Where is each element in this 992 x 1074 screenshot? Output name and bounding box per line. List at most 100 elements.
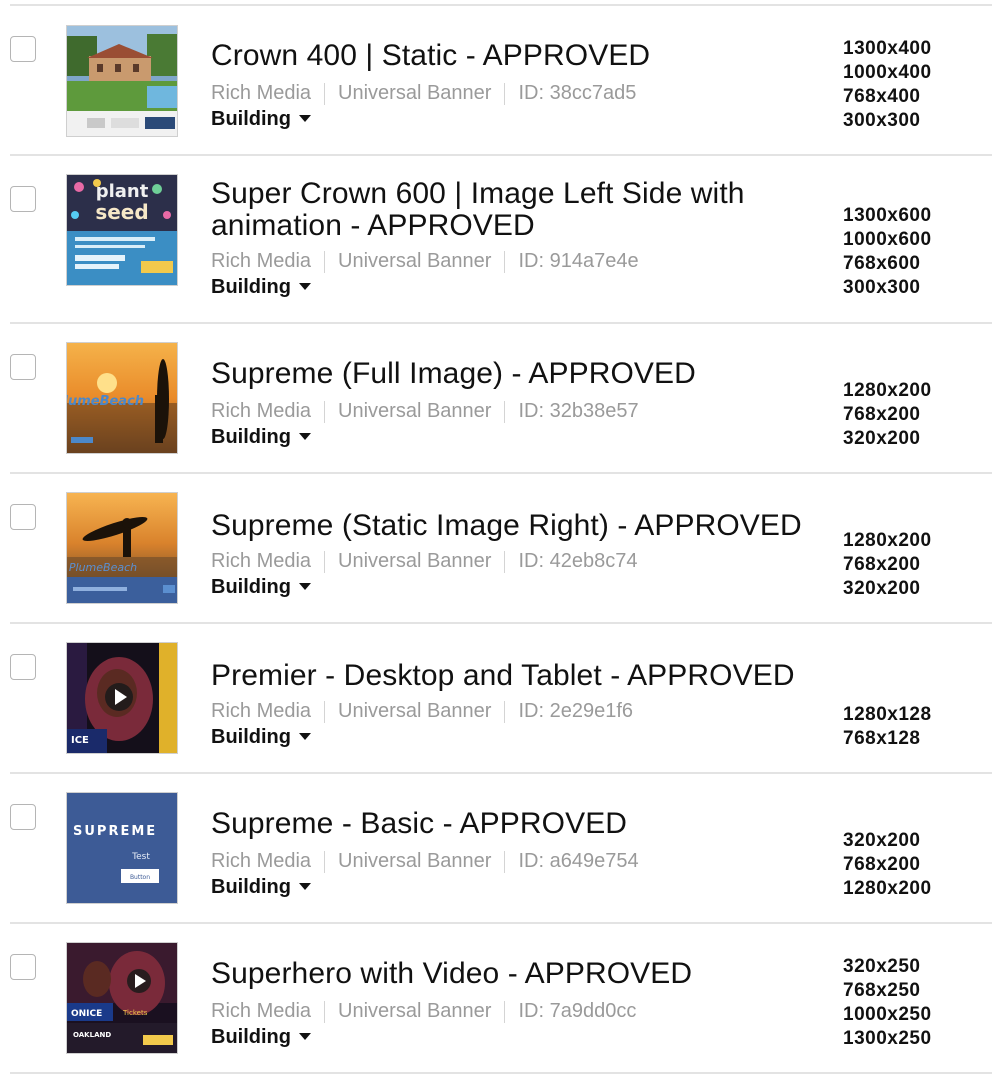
status-label: Building — [211, 576, 291, 598]
meta-divider — [504, 850, 506, 873]
size-item: 768x200 — [843, 404, 921, 425]
creative-meta: Rich Media Universal Banner ID: 42eb8c74 — [211, 549, 637, 573]
size-item: 300x300 — [843, 277, 921, 298]
size-item: 768x600 — [843, 253, 921, 274]
row-checkbox[interactable] — [10, 954, 36, 980]
row-checkbox[interactable] — [10, 504, 36, 530]
creative-title[interactable]: Supreme - Basic - APPROVED — [211, 808, 811, 840]
size-item: 1300x400 — [843, 38, 932, 59]
status-dropdown[interactable]: Building — [211, 575, 311, 599]
creative-title[interactable]: Supreme (Static Image Right) - APPROVED — [211, 510, 811, 542]
creative-meta: Rich Media Universal Banner ID: 7a9dd0cc — [211, 999, 636, 1023]
creative-id: ID: 7a9dd0cc — [518, 1000, 637, 1022]
row-checkbox[interactable] — [10, 186, 36, 212]
thumbnail-superhero-video[interactable]: ONICE Tickets OAKLAND — [66, 942, 178, 1054]
creative-type: Rich Media — [211, 550, 312, 572]
thumbnail-house[interactable] — [66, 25, 178, 137]
size-list: 320x200 768x200 1280x200 — [843, 829, 983, 901]
meta-divider — [504, 250, 506, 273]
size-item: 1000x400 — [843, 62, 932, 83]
creative-format: Universal Banner — [338, 700, 492, 722]
row-checkbox[interactable] — [10, 804, 36, 830]
size-item: 1000x600 — [843, 229, 932, 250]
row-divider — [10, 154, 992, 156]
creative-id: ID: 914a7e4e — [518, 250, 639, 272]
status-label: Building — [211, 1026, 291, 1048]
row-checkbox[interactable] — [10, 654, 36, 680]
creative-id: ID: 42eb8c74 — [518, 550, 638, 572]
caret-down-icon — [298, 114, 311, 122]
size-item: 1280x200 — [843, 380, 932, 401]
row-divider — [10, 322, 992, 324]
meta-divider — [324, 82, 326, 105]
creative-id: ID: 32b38e57 — [518, 400, 639, 422]
status-dropdown[interactable]: Building — [211, 725, 311, 749]
seeds-icon: plant seed — [67, 175, 177, 285]
size-item: 768x128 — [843, 728, 921, 749]
size-list: 1300x600 1000x600 768x600 300x300 — [843, 204, 983, 300]
row-divider — [10, 622, 992, 624]
decor: Tickets — [122, 1009, 148, 1017]
meta-divider — [504, 700, 506, 723]
sunset-icon: PlumeBeach — [67, 343, 177, 453]
meta-divider — [324, 400, 326, 423]
status-dropdown[interactable]: Building — [211, 107, 311, 131]
row-divider — [10, 772, 992, 774]
caret-down-icon — [298, 1032, 311, 1040]
creative-title[interactable]: Premier - Desktop and Tablet - APPROVED — [211, 660, 811, 692]
creative-format: Universal Banner — [338, 1000, 492, 1022]
status-dropdown[interactable]: Building — [211, 1025, 311, 1049]
caret-down-icon — [298, 282, 311, 290]
meta-divider — [504, 550, 506, 573]
size-item: 320x200 — [843, 578, 921, 599]
creative-type: Rich Media — [211, 82, 312, 104]
decor: plant — [96, 181, 149, 202]
creative-title[interactable]: Super Crown 600 | Image Left Side with a… — [211, 178, 811, 242]
size-item: 320x250 — [843, 956, 921, 977]
meta-divider — [324, 700, 326, 723]
creative-type: Rich Media — [211, 400, 312, 422]
decor: PlumeBeach — [69, 561, 137, 574]
thumb-heading: SUPREME — [73, 824, 157, 839]
thumbnail-seeds[interactable]: plant seed — [66, 174, 178, 286]
decor: ICE — [71, 735, 89, 746]
creative-format: Universal Banner — [338, 550, 492, 572]
size-item: 1280x200 — [843, 878, 932, 899]
size-item: 1300x600 — [843, 205, 932, 226]
meta-divider — [504, 400, 506, 423]
creative-meta: Rich Media Universal Banner ID: a649e754 — [211, 849, 639, 873]
creative-id: ID: a649e754 — [518, 850, 639, 872]
size-item: 1000x250 — [843, 1004, 932, 1025]
status-dropdown[interactable]: Building — [211, 425, 311, 449]
creative-id: ID: 38cc7ad5 — [518, 82, 637, 104]
thumbnail-supreme-basic[interactable]: SUPREME Test Button — [66, 792, 178, 904]
caret-down-icon — [298, 582, 311, 590]
row-checkbox[interactable] — [10, 36, 36, 62]
thumbnail-video[interactable]: ICE — [66, 642, 178, 754]
surfer-icon: PlumeBeach — [67, 493, 177, 603]
video-icon: ICE — [67, 643, 177, 753]
size-item: 1280x200 — [843, 530, 932, 551]
creative-meta: Rich Media Universal Banner ID: 914a7e4e — [211, 249, 639, 273]
size-item: 768x200 — [843, 554, 921, 575]
status-dropdown[interactable]: Building — [211, 275, 311, 299]
size-item: 320x200 — [843, 428, 921, 449]
decor: ONICE — [71, 1009, 102, 1019]
decor: OAKLAND — [73, 1031, 111, 1039]
row-checkbox[interactable] — [10, 354, 36, 380]
thumbnail-surfer[interactable]: PlumeBeach — [66, 492, 178, 604]
status-dropdown[interactable]: Building — [211, 875, 311, 899]
status-label: Building — [211, 276, 291, 298]
creative-title[interactable]: Supreme (Full Image) - APPROVED — [211, 358, 811, 390]
row-divider — [10, 472, 992, 474]
creative-format: Universal Banner — [338, 400, 492, 422]
size-list: 1300x400 1000x400 768x400 300x300 — [843, 37, 983, 133]
creative-title[interactable]: Crown 400 | Static - APPROVED — [211, 40, 811, 72]
creative-title[interactable]: Superhero with Video - APPROVED — [211, 958, 811, 990]
creative-id: ID: 2e29e1f6 — [518, 700, 633, 722]
decor: seed — [95, 200, 148, 224]
row-divider — [10, 4, 992, 6]
meta-divider — [324, 250, 326, 273]
meta-divider — [504, 82, 506, 105]
thumbnail-sunset[interactable]: PlumeBeach — [66, 342, 178, 454]
